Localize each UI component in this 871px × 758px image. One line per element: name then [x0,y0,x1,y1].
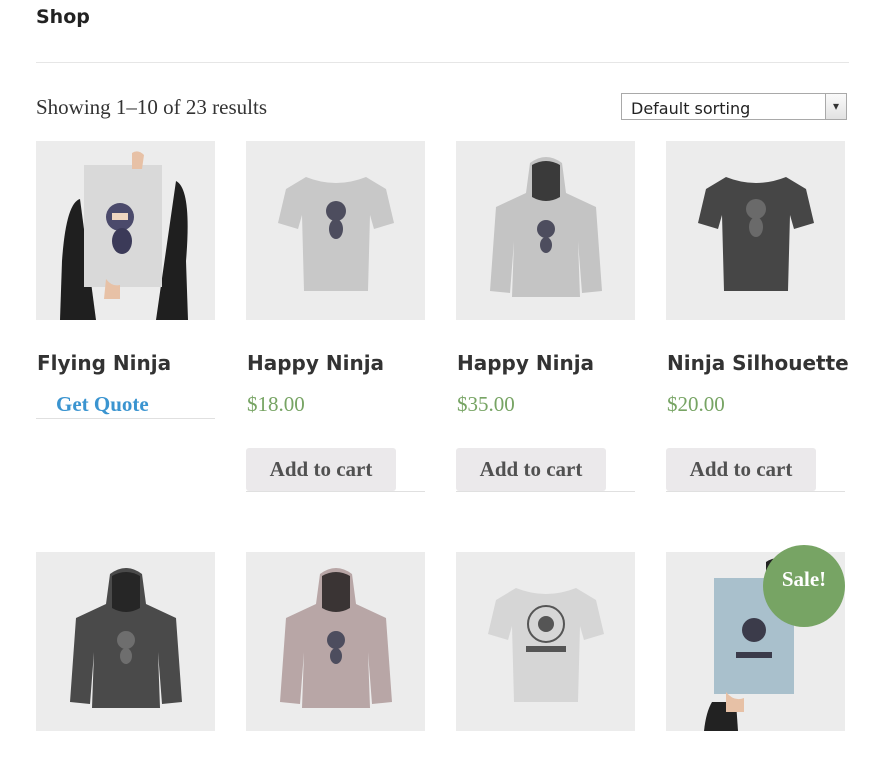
product-image[interactable] [246,141,425,320]
divider [246,491,425,492]
add-to-cart-button[interactable]: Add to cart [456,448,606,491]
product-price: $20.00 [667,392,725,416]
page-title: Shop [36,6,90,28]
result-count: Showing 1–10 of 23 results [36,95,267,119]
product-image[interactable] [666,141,845,320]
divider [666,491,845,492]
product-price: $18.00 [247,392,305,416]
divider [36,418,215,419]
add-to-cart-button[interactable]: Add to cart [666,448,816,491]
sort-select[interactable]: Default sorting ▾ [621,93,847,120]
add-to-cart-button[interactable]: Add to cart [246,448,396,491]
sort-selected-value: Default sorting [631,99,751,118]
get-quote-link[interactable]: Get Quote [56,392,149,417]
chevron-down-icon[interactable]: ▾ [825,94,846,119]
product-image[interactable] [36,141,215,320]
product-name[interactable]: Happy Ninja [247,351,384,375]
header-divider [36,62,849,63]
product-image[interactable] [456,552,635,731]
divider [456,491,635,492]
sale-badge: Sale! [763,545,845,627]
product-name[interactable]: Happy Ninja [457,351,594,375]
product-name[interactable]: Ninja Silhouette [667,351,849,375]
product-image[interactable] [456,141,635,320]
product-name[interactable]: Flying Ninja [37,351,171,375]
product-price: $35.00 [457,392,515,416]
product-image[interactable] [246,552,425,731]
product-image[interactable] [36,552,215,731]
